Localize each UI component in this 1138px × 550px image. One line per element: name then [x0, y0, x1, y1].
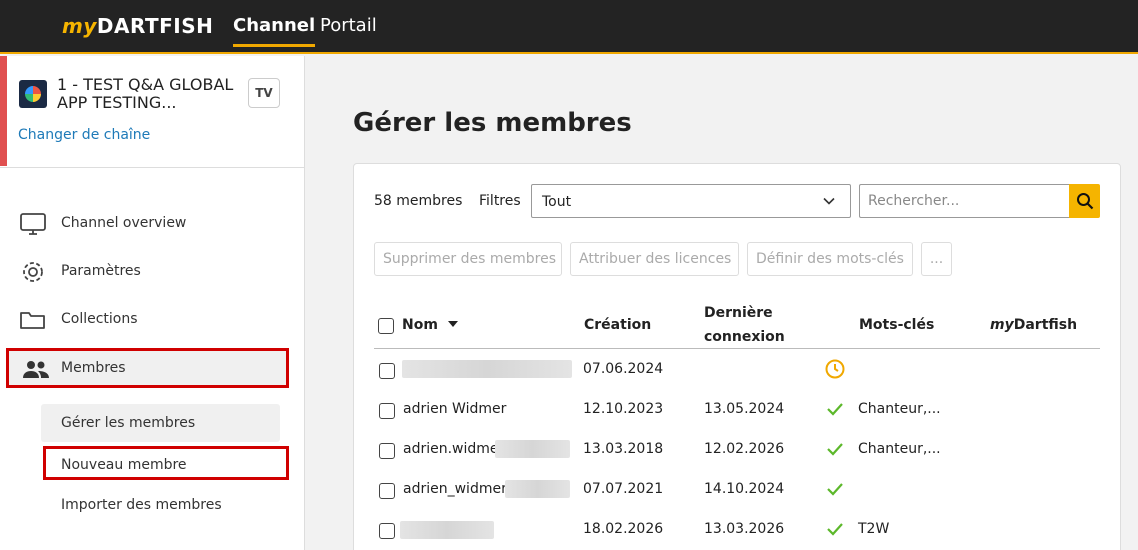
- channel-name: 1 - TEST Q&A GLOBAL APP TESTING...: [57, 75, 234, 112]
- page-title: Gérer les membres: [353, 108, 632, 138]
- redacted-name: [402, 360, 572, 378]
- check-icon: [827, 403, 843, 416]
- row-created: 07.06.2024: [583, 361, 664, 377]
- sidebar-item-collections[interactable]: Collections: [18, 300, 288, 340]
- channel-avatar: [19, 80, 47, 108]
- column-header-derniere[interactable]: Dernière: [704, 305, 773, 321]
- table-header-divider: [374, 348, 1100, 349]
- sidebar-item-label: Membres: [61, 360, 126, 376]
- sort-desc-icon: [447, 321, 458, 327]
- sidebar-item-label: Channel overview: [61, 215, 187, 231]
- check-icon: [827, 483, 843, 496]
- filters-label: Filtres: [479, 193, 521, 209]
- set-keywords-button[interactable]: Définir des mots-clés: [747, 242, 913, 276]
- change-channel-link[interactable]: Changer de chaîne: [18, 127, 150, 143]
- row-name[interactable]: adrien.widme: [403, 441, 499, 457]
- filter-select[interactable]: Tout: [531, 184, 851, 218]
- redacted-name: [505, 480, 570, 498]
- row-checkbox[interactable]: [379, 523, 395, 539]
- gear-icon: [23, 262, 43, 282]
- row-keywords: T2W: [858, 521, 890, 537]
- row-keywords: Chanteur,...: [858, 401, 941, 417]
- submenu-nouveau-membre[interactable]: Nouveau membre: [43, 446, 289, 480]
- row-created: 07.07.2021: [583, 481, 664, 497]
- check-icon: [827, 443, 843, 456]
- more-actions-button[interactable]: ...: [921, 242, 952, 276]
- tv-badge[interactable]: TV: [248, 78, 280, 108]
- channel-accent-bar: [0, 56, 7, 166]
- sidebar-item-label: Paramètres: [61, 263, 141, 279]
- redacted-name: [495, 440, 570, 458]
- column-header-connexion[interactable]: connexion: [704, 329, 785, 345]
- chevron-down-icon: [823, 197, 835, 205]
- row-created: 18.02.2026: [583, 521, 664, 537]
- row-name[interactable]: adrien Widmer: [403, 401, 506, 417]
- channel-header: 1 - TEST Q&A GLOBAL APP TESTING... TV Ch…: [0, 56, 304, 168]
- delete-members-button[interactable]: Supprimer des membres: [374, 242, 562, 276]
- clock-icon: [825, 359, 845, 379]
- column-header-mydartfish[interactable]: myDartfish: [990, 317, 1077, 333]
- sidebar-item-channel-overview[interactable]: Channel overview: [18, 204, 288, 244]
- row-name[interactable]: adrien_widmer: [403, 481, 507, 497]
- row-checkbox[interactable]: [379, 483, 395, 499]
- column-header-nom[interactable]: Nom: [402, 317, 459, 333]
- filter-select-value: Tout: [542, 194, 572, 210]
- assign-licenses-button[interactable]: Attribuer des licences: [570, 242, 739, 276]
- top-navigation-bar: myDARTFISH Channel Portail: [0, 0, 1138, 54]
- row-created: 13.03.2018: [583, 441, 664, 457]
- search-icon: [1077, 193, 1094, 210]
- users-icon: [23, 361, 49, 378]
- folder-icon: [20, 312, 45, 329]
- column-header-creation[interactable]: Création: [584, 317, 651, 333]
- monitor-icon: [20, 213, 46, 235]
- tab-channel[interactable]: Channel: [233, 15, 316, 47]
- mydartfish-logo[interactable]: myDARTFISH: [62, 14, 213, 38]
- sidebar-item-label: Collections: [61, 311, 138, 327]
- tab-portail[interactable]: Portail: [320, 15, 377, 36]
- sidebar-item-membres[interactable]: Membres: [6, 348, 289, 388]
- row-last-login: 13.03.2026: [704, 521, 785, 537]
- row-last-login: 14.10.2024: [704, 481, 785, 497]
- row-created: 12.10.2023: [583, 401, 664, 417]
- sidebar: 1 - TEST Q&A GLOBAL APP TESTING... TV Ch…: [0, 56, 305, 550]
- row-last-login: 12.02.2026: [704, 441, 785, 457]
- submenu-gerer-les-membres[interactable]: Gérer les membres: [41, 404, 280, 442]
- search-button[interactable]: [1069, 184, 1100, 218]
- redacted-name: [400, 521, 494, 539]
- row-checkbox[interactable]: [379, 363, 395, 379]
- column-header-mots-cles[interactable]: Mots-clés: [859, 317, 934, 333]
- row-checkbox[interactable]: [379, 403, 395, 419]
- row-checkbox[interactable]: [379, 443, 395, 459]
- member-count: 58 membres: [374, 193, 463, 209]
- select-all-checkbox[interactable]: [378, 318, 394, 334]
- row-last-login: 13.05.2024: [704, 401, 785, 417]
- search-input[interactable]: Rechercher...: [859, 184, 1071, 218]
- row-keywords: Chanteur,...: [858, 441, 941, 457]
- check-icon: [827, 523, 843, 536]
- submenu-importer-des-membres[interactable]: Importer des membres: [41, 486, 280, 524]
- sidebar-item-parametres[interactable]: Paramètres: [18, 252, 288, 292]
